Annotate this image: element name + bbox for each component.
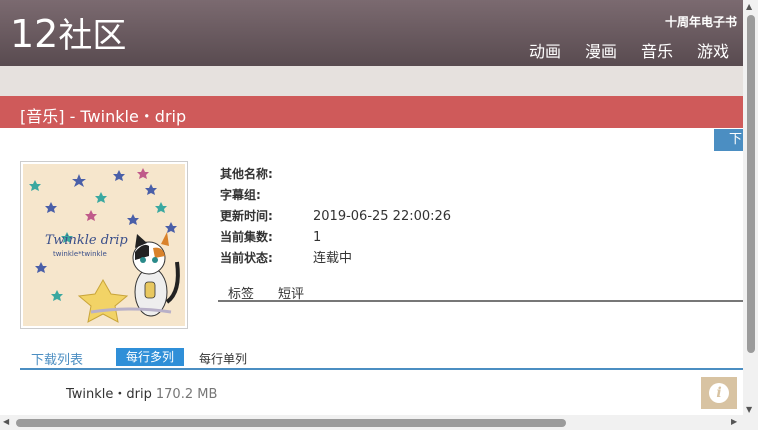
info-value: 2019-06-25 22:00:26	[313, 209, 452, 224]
view-single-column-button[interactable]: 每行单列	[199, 350, 247, 367]
site-header: 12社区 十周年电子书 动画 漫画 音乐 游戏	[0, 0, 743, 66]
info-label: 更新时间:	[220, 209, 273, 223]
info-label: 当前集数:	[220, 230, 273, 244]
main-nav: 动画 漫画 音乐 游戏	[529, 38, 729, 62]
nav-anime[interactable]: 动画	[529, 38, 561, 62]
info-value: 1	[313, 230, 322, 245]
download-tab[interactable]: 下	[714, 129, 743, 151]
info-row-updated: 更新时间: 2019-06-25 22:00:26	[220, 206, 451, 227]
info-icon: i	[709, 383, 729, 403]
sub-header-bar	[0, 66, 743, 96]
scroll-down-icon[interactable]: ▼	[746, 405, 752, 414]
file-size: 170.2 MB	[155, 387, 218, 402]
site-logo[interactable]: 12社区	[10, 12, 126, 58]
tab-reviews[interactable]: 短评	[278, 283, 304, 302]
horizontal-scroll-thumb[interactable]	[16, 419, 566, 427]
info-row-aliases: 其他名称:	[220, 164, 451, 185]
info-row-subgroup: 字幕组:	[220, 185, 451, 206]
logo-number: 12	[10, 12, 59, 56]
horizontal-scrollbar[interactable]: ◀ ▶	[0, 415, 743, 430]
title-bar: [音乐] - Twinkle・drip	[0, 96, 743, 128]
list-item[interactable]: Twinkle・drip 170.2 MB	[66, 383, 217, 402]
tab-tags[interactable]: 标签	[228, 283, 254, 302]
info-value: 连载中	[313, 251, 353, 266]
info-row-status: 当前状态: 连载中	[220, 248, 451, 269]
detail-tabs: 标签 短评	[218, 281, 743, 302]
scroll-up-icon[interactable]: ▲	[746, 2, 752, 11]
info-label: 当前状态:	[220, 251, 273, 265]
vertical-scrollbar[interactable]: ▲ ▼	[743, 0, 758, 430]
page-title: [音乐] - Twinkle・drip	[20, 107, 187, 126]
cover-title-text: Twinkle drip	[45, 233, 128, 248]
info-row-episodes: 当前集数: 1	[220, 227, 451, 248]
vertical-scroll-thumb[interactable]	[747, 15, 755, 353]
nav-music[interactable]: 音乐	[641, 38, 673, 62]
info-label: 其他名称:	[220, 167, 273, 181]
cover-art: Twinkle drip twinkle*twinkle	[23, 164, 185, 326]
info-button[interactable]: i	[701, 377, 737, 409]
info-panel: 其他名称: 字幕组: 更新时间: 2019-06-25 22:00:26 当前集…	[220, 164, 451, 269]
scroll-right-icon[interactable]: ▶	[731, 417, 737, 426]
cover-image: Twinkle drip twinkle*twinkle	[20, 161, 188, 329]
file-name[interactable]: Twinkle・drip	[66, 387, 152, 402]
logo-text: 社区	[58, 16, 127, 56]
scroll-left-icon[interactable]: ◀	[3, 417, 9, 426]
nav-manga[interactable]: 漫画	[585, 38, 617, 62]
cover-subtitle-text: twinkle*twinkle	[53, 250, 107, 258]
view-multi-column-button[interactable]: 每行多列	[116, 348, 184, 366]
info-label: 字幕组:	[220, 188, 261, 202]
nav-games[interactable]: 游戏	[697, 38, 729, 62]
anniversary-link[interactable]: 十周年电子书	[665, 13, 737, 30]
download-list-title: 下载列表	[31, 353, 84, 368]
download-list-header: 下载列表 每行多列 每行单列	[20, 346, 743, 370]
